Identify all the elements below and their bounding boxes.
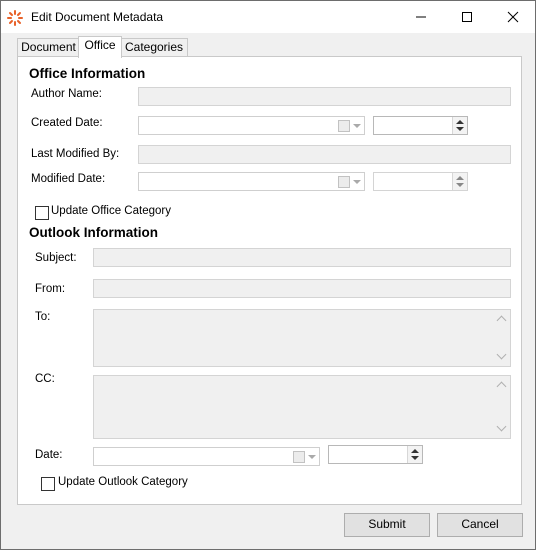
spin-down-icon[interactable]: [456, 127, 464, 131]
update-outlook-category-checkbox[interactable]: [41, 477, 55, 491]
chevron-down-icon: [353, 180, 361, 184]
to-scrollbar[interactable]: [494, 310, 510, 366]
window-title: Edit Document Metadata: [31, 10, 164, 24]
author-name-field[interactable]: [138, 87, 511, 106]
from-label: From:: [35, 283, 66, 295]
tab-categories[interactable]: Categories: [120, 38, 188, 57]
cc-label: CC:: [35, 373, 55, 385]
app-logo-icon: [7, 10, 23, 26]
spin-up-icon[interactable]: [456, 176, 464, 180]
date-label: Date:: [35, 449, 63, 461]
spin-up-icon[interactable]: [411, 449, 419, 453]
title-bar[interactable]: Edit Document Metadata: [1, 1, 535, 33]
edit-metadata-window: Edit Document Metadata Document Office C…: [0, 0, 536, 550]
created-date-picker[interactable]: [138, 116, 365, 135]
calendar-icon: [338, 120, 350, 132]
created-time-stepper[interactable]: [373, 116, 468, 135]
to-field[interactable]: [93, 309, 511, 367]
spin-down-icon[interactable]: [456, 183, 464, 187]
author-name-label: Author Name:: [31, 88, 102, 100]
spin-buttons[interactable]: [407, 446, 422, 463]
update-office-category-label[interactable]: Update Office Category: [51, 205, 171, 217]
minimize-icon: [416, 16, 426, 18]
modified-date-picker[interactable]: [138, 172, 365, 191]
last-modified-by-field[interactable]: [138, 145, 511, 164]
update-office-category-checkbox[interactable]: [35, 206, 49, 220]
to-label: To:: [35, 311, 51, 323]
spin-buttons[interactable]: [452, 173, 467, 190]
chevron-down-icon: [353, 124, 361, 128]
tab-document[interactable]: Document: [17, 38, 80, 57]
spin-down-icon[interactable]: [411, 456, 419, 460]
calendar-icon: [293, 451, 305, 463]
scroll-down-icon[interactable]: [496, 349, 507, 360]
scroll-up-icon[interactable]: [496, 315, 507, 326]
subject-field[interactable]: [93, 248, 511, 267]
outlook-time-stepper[interactable]: [328, 445, 423, 464]
outlook-info-heading: Outlook Information: [29, 225, 158, 240]
close-icon: [507, 11, 519, 23]
scroll-down-icon[interactable]: [496, 421, 507, 432]
close-button[interactable]: [490, 1, 536, 33]
cc-field[interactable]: [93, 375, 511, 439]
cc-scrollbar[interactable]: [494, 376, 510, 438]
calendar-icon: [338, 176, 350, 188]
chevron-down-icon: [308, 455, 316, 459]
modified-time-stepper[interactable]: [373, 172, 468, 191]
submit-button[interactable]: Submit: [344, 513, 430, 537]
created-date-label: Created Date:: [31, 117, 103, 129]
spin-up-icon[interactable]: [456, 120, 464, 124]
cancel-button[interactable]: Cancel: [437, 513, 523, 537]
subject-label: Subject:: [35, 252, 77, 264]
office-info-heading: Office Information: [29, 66, 146, 81]
maximize-button[interactable]: [444, 1, 490, 33]
modified-date-label: Modified Date:: [31, 173, 106, 185]
spin-buttons[interactable]: [452, 117, 467, 134]
tab-office[interactable]: Office: [78, 36, 122, 58]
last-modified-by-label: Last Modified By:: [31, 148, 120, 160]
maximize-icon: [462, 12, 472, 22]
outlook-date-picker[interactable]: [93, 447, 320, 466]
update-outlook-category-label[interactable]: Update Outlook Category: [58, 476, 188, 488]
minimize-button[interactable]: [398, 1, 444, 33]
scroll-up-icon[interactable]: [496, 381, 507, 392]
from-field[interactable]: [93, 279, 511, 298]
office-tab-panel: Office Information Author Name: Created …: [17, 56, 522, 505]
